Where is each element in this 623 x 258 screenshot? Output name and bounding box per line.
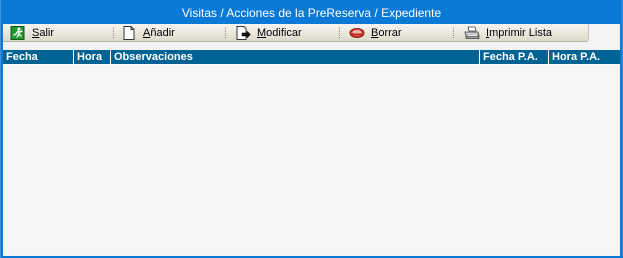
exit-button-label: Salir [32,26,55,39]
column-header-hora[interactable]: Hora [74,50,111,64]
add-button-label: Añadir [143,26,175,39]
column-header-fecha[interactable]: Fecha [3,50,74,64]
new-document-icon [121,25,137,40]
window-title: Visitas / Acciones de la PreReserva / Ex… [181,6,442,20]
grid-header-divider [3,64,620,65]
column-header-hora-pa[interactable]: Hora P.A. [549,50,620,64]
delete-button-label: Borrar [371,26,402,39]
title-bar[interactable]: Visitas / Acciones de la PreReserva / Ex… [1,0,622,24]
toolbar-separator [339,27,341,38]
add-button[interactable]: Añadir [121,24,175,41]
delete-icon [349,26,365,40]
window-client-area: Salir Añadir Modificar Borrar Imprimir L… [3,24,620,256]
modify-button[interactable]: Modificar [235,24,302,41]
edit-document-icon [235,25,251,40]
toolbar: Salir Añadir Modificar Borrar Imprimir L… [3,24,589,42]
column-header-observaciones[interactable]: Observaciones [111,50,480,64]
column-header-fecha-pa[interactable]: Fecha P.A. [480,50,549,64]
printer-icon [464,26,480,40]
delete-button[interactable]: Borrar [349,24,402,41]
print-list-button[interactable]: Imprimir Lista [464,24,552,41]
toolbar-separator [113,27,115,38]
toolbar-separator [225,27,227,38]
modify-button-label: Modificar [257,26,302,39]
app-window: Visitas / Acciones de la PreReserva / Ex… [0,0,623,258]
grid-header: Fecha Hora Observaciones Fecha P.A. Hora… [3,50,620,64]
toolbar-separator [453,27,455,38]
exit-icon [10,25,26,40]
print-list-button-label: Imprimir Lista [486,26,553,39]
visits-grid[interactable]: Fecha Hora Observaciones Fecha P.A. Hora… [3,50,620,254]
exit-button[interactable]: Salir [10,24,54,41]
